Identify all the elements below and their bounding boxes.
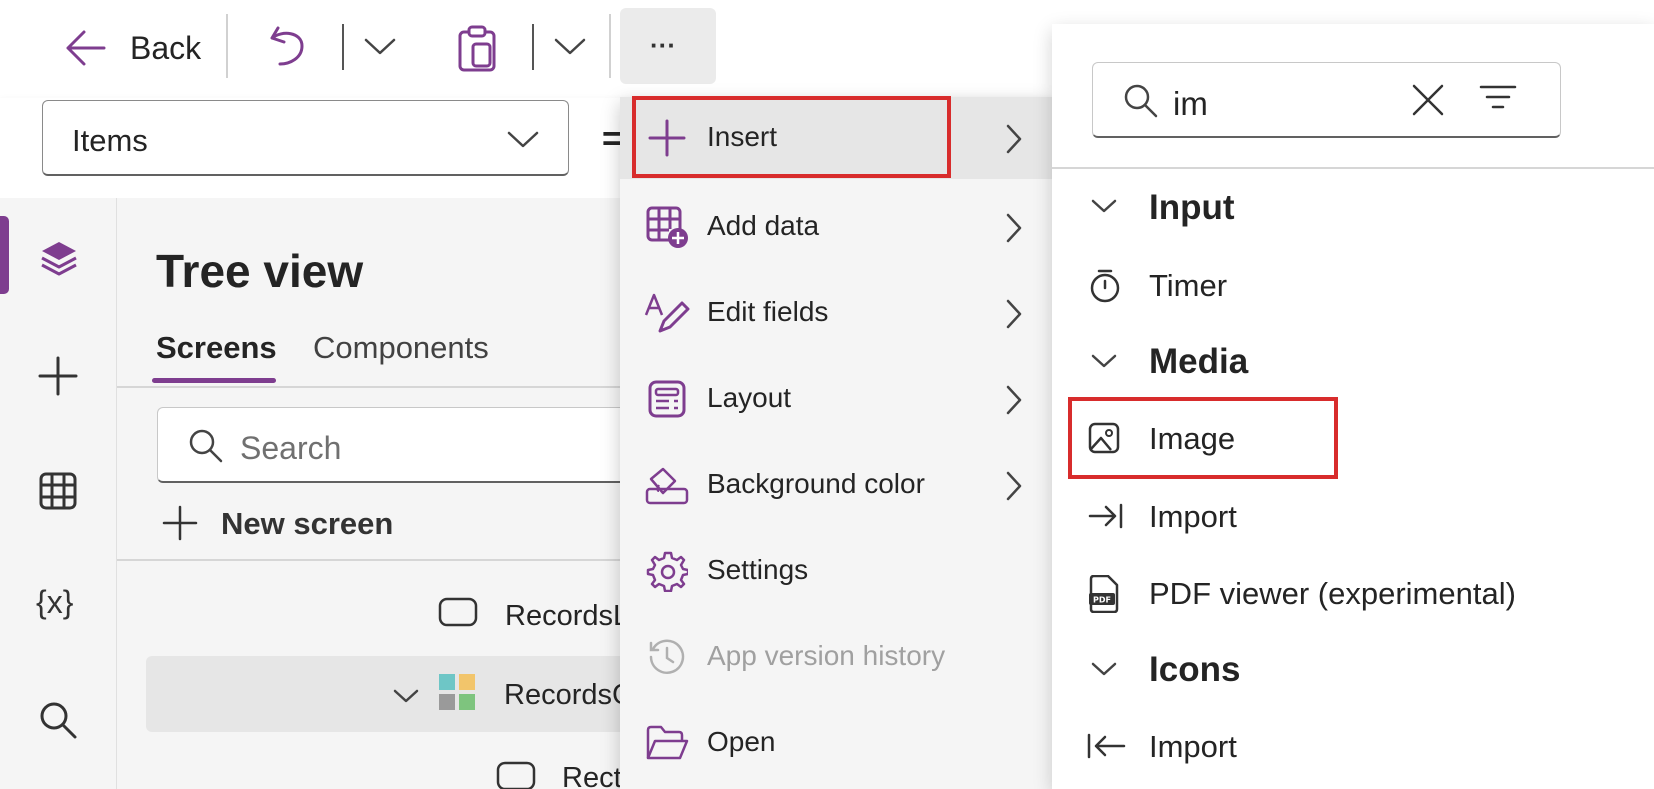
chevron-down-icon <box>505 127 541 151</box>
toolbar-divider <box>342 24 344 70</box>
table-add-icon <box>644 204 690 250</box>
menu-item-label: Open <box>707 726 776 757</box>
tab-underline <box>152 378 276 383</box>
chevron-right-icon <box>1002 470 1026 502</box>
search-value: im <box>1173 85 1208 122</box>
text-edit-icon <box>644 290 690 336</box>
insert-item-label: Timer <box>1149 268 1228 303</box>
layout-icon <box>644 376 690 422</box>
tree-item-label: RecordsG <box>504 679 635 711</box>
filter-icon[interactable] <box>1479 83 1517 113</box>
menu-item-label: Background color <box>707 468 925 499</box>
page-title: Tree view <box>156 245 364 297</box>
tree-item-label: RecordsL <box>505 600 630 632</box>
tab-components[interactable]: Components <box>313 330 489 366</box>
chevron-down-icon[interactable] <box>362 34 398 58</box>
more-button[interactable]: ··· <box>620 8 716 84</box>
svg-text:PDF: PDF <box>1093 596 1111 605</box>
search-icon <box>188 428 224 464</box>
timer-icon <box>1088 268 1122 304</box>
add-icon <box>161 504 199 542</box>
gallery-icon <box>438 673 476 711</box>
toolbar-divider <box>532 24 534 70</box>
table-icon[interactable] <box>38 471 78 511</box>
insert-item-label: PDF viewer (experimental) <box>1149 576 1516 611</box>
arrow-left-bar-icon <box>1086 732 1126 760</box>
add-icon[interactable] <box>36 354 80 398</box>
toolbar-divider <box>609 14 611 78</box>
divider <box>117 386 637 388</box>
chevron-down-icon[interactable] <box>1090 351 1118 371</box>
property-value: Items <box>72 123 148 158</box>
insert-item-label: Import <box>1149 729 1237 764</box>
menu-item-label: Layout <box>707 382 792 413</box>
toolbar-divider <box>226 14 228 78</box>
undo-icon[interactable] <box>268 24 308 70</box>
search-placeholder: Search <box>240 430 342 466</box>
category-input: Input <box>1149 188 1235 227</box>
menu-item-open[interactable]: Open <box>620 702 1053 784</box>
insert-search-input[interactable]: im <box>1092 62 1561 138</box>
import-icon <box>1088 502 1124 530</box>
chevron-right-icon <box>1002 298 1026 330</box>
menu-item-settings[interactable]: Settings <box>620 530 1053 612</box>
arrow-left-icon <box>64 28 108 68</box>
clipboard-icon[interactable] <box>456 24 498 72</box>
search-icon[interactable] <box>38 700 78 740</box>
menu-item-edit-fields[interactable]: Edit fields <box>620 272 1053 354</box>
highlight-box <box>1068 397 1338 479</box>
divider <box>1052 167 1654 169</box>
variables-icon[interactable]: {x} <box>36 584 73 621</box>
rectangle-icon <box>496 760 536 789</box>
menu-item-label: Settings <box>707 554 809 585</box>
rectangle-icon <box>438 596 478 628</box>
chevron-down-icon[interactable] <box>1090 196 1118 216</box>
chevron-right-icon <box>1002 212 1026 244</box>
paint-bucket-icon <box>644 462 690 508</box>
history-icon <box>644 634 690 680</box>
folder-open-icon <box>644 720 690 766</box>
chevron-right-icon <box>1002 384 1026 416</box>
tree-search-input[interactable]: Search <box>157 407 637 483</box>
pdf-icon: PDF <box>1088 575 1120 613</box>
menu-item-layout[interactable]: Layout <box>620 358 1053 440</box>
more-label: ··· <box>650 30 676 60</box>
gear-icon <box>644 548 690 594</box>
back-button[interactable]: Back <box>60 22 210 74</box>
menu-item-label: Edit fields <box>707 296 829 327</box>
close-icon[interactable] <box>1411 83 1445 117</box>
search-icon <box>1123 83 1159 119</box>
property-dropdown[interactable]: Items <box>42 100 569 176</box>
menu-item-label: Add data <box>707 210 820 241</box>
layers-icon[interactable] <box>38 238 80 280</box>
chevron-right-icon <box>1002 123 1026 155</box>
insert-item-label: Import <box>1149 499 1237 534</box>
tab-screens[interactable]: Screens <box>156 330 277 366</box>
chevron-down-icon[interactable] <box>392 686 420 706</box>
rail-active-indicator <box>0 216 9 294</box>
menu-item-add-data[interactable]: Add data <box>620 186 1053 268</box>
chevron-down-icon[interactable] <box>1090 659 1118 679</box>
new-screen-label: New screen <box>221 506 394 541</box>
category-icons: Icons <box>1149 650 1241 689</box>
chevron-down-icon[interactable] <box>552 34 588 58</box>
back-label: Back <box>130 30 202 66</box>
menu-item-label: App version history <box>707 640 946 671</box>
category-media: Media <box>1149 342 1249 381</box>
divider <box>117 559 637 561</box>
tree-row[interactable]: RecordsL <box>430 592 637 638</box>
equals-sign: = <box>602 120 622 158</box>
highlight-box <box>632 96 951 178</box>
menu-item-app-version-history: App version history <box>620 616 1053 698</box>
tree-row[interactable]: Recta <box>490 756 637 789</box>
menu-item-background-color[interactable]: Background color <box>620 444 1053 526</box>
